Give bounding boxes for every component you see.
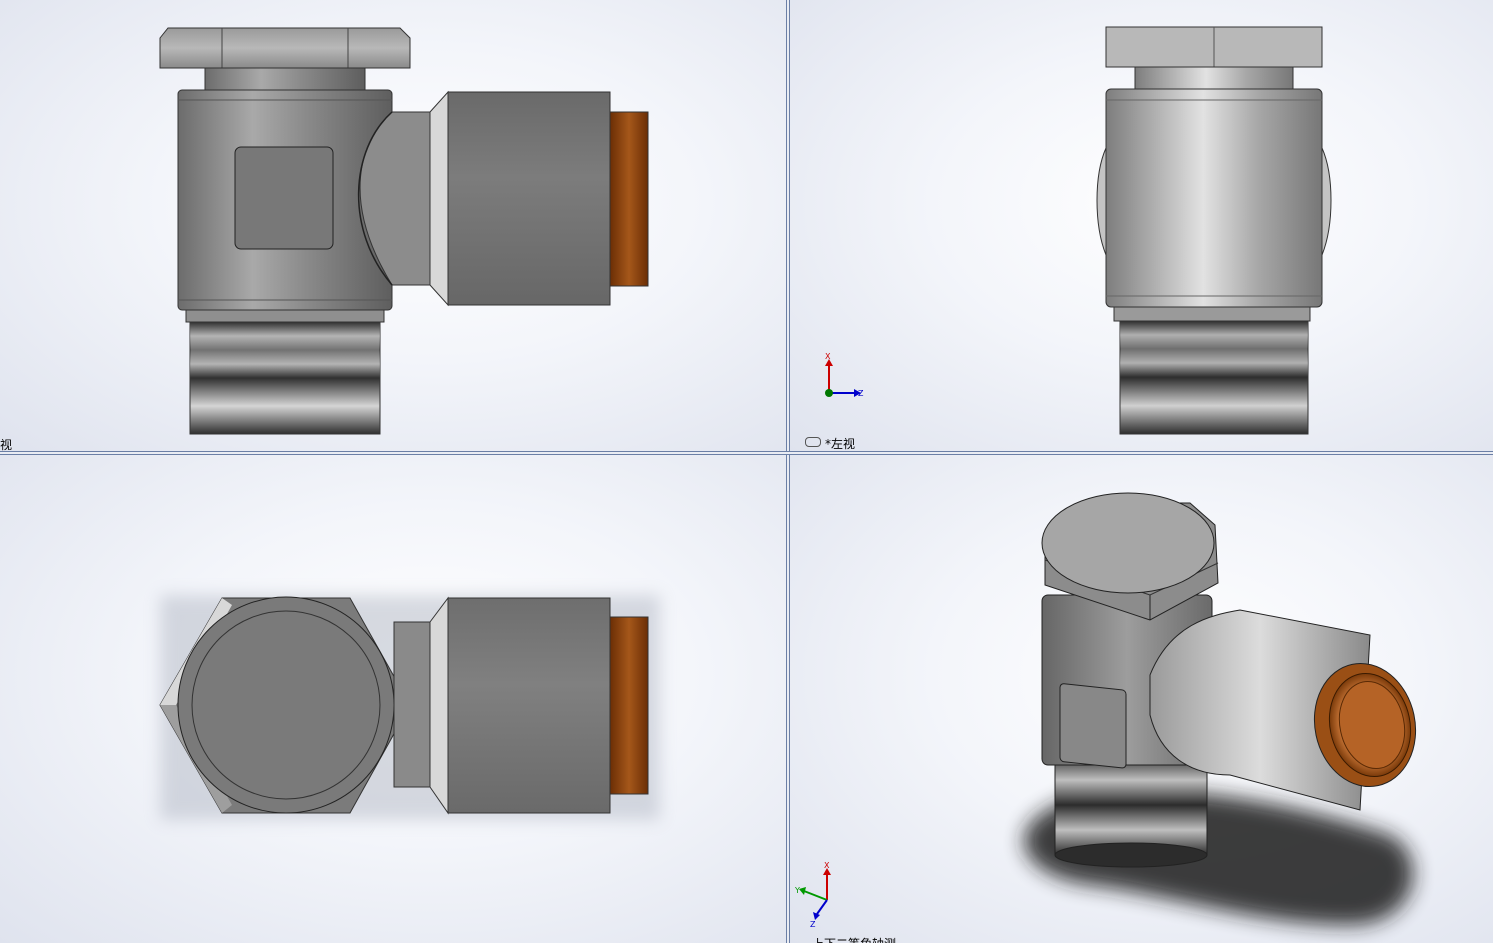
axis-x-label: X	[825, 352, 831, 361]
axis-triad: X Z	[825, 352, 864, 398]
main-body-side	[1105, 88, 1323, 308]
top-view-model[interactable]	[0, 455, 786, 943]
iso-nut-top	[1041, 492, 1215, 594]
body-window	[234, 146, 334, 250]
collet-top	[609, 616, 649, 795]
viewport-isometric[interactable]: X Y Z 上下二等角轴测	[790, 455, 1493, 943]
tube	[447, 91, 611, 306]
left-view-model[interactable]: X Z	[790, 0, 1493, 451]
iso-thread	[1054, 754, 1208, 856]
hex-nut	[159, 27, 411, 69]
viewport-label-front: 视	[0, 438, 13, 451]
axis-z-label: Z	[858, 389, 864, 398]
view-orientation-icon	[805, 437, 821, 447]
iso-axis-y-label: Y	[794, 886, 800, 895]
vertical-splitter[interactable]	[786, 0, 790, 943]
iso-view-model[interactable]: X Y Z	[790, 455, 1493, 943]
front-view-model[interactable]	[0, 0, 786, 451]
tube-top	[447, 597, 611, 814]
viewport-left[interactable]: X Z *左视	[790, 0, 1493, 451]
iso-axis-x-label: X	[824, 861, 830, 870]
viewport-top[interactable]	[0, 455, 786, 943]
axis-triad-iso: X Y Z	[794, 861, 831, 929]
iso-axis-z-label: Z	[810, 920, 816, 929]
viewport-label-left: *左视	[825, 437, 856, 451]
viewport-front[interactable]: 视	[0, 0, 786, 451]
viewport-label-iso: 上下二等角轴测	[812, 935, 896, 943]
collet	[609, 111, 649, 287]
horizontal-splitter[interactable]	[0, 451, 1493, 455]
